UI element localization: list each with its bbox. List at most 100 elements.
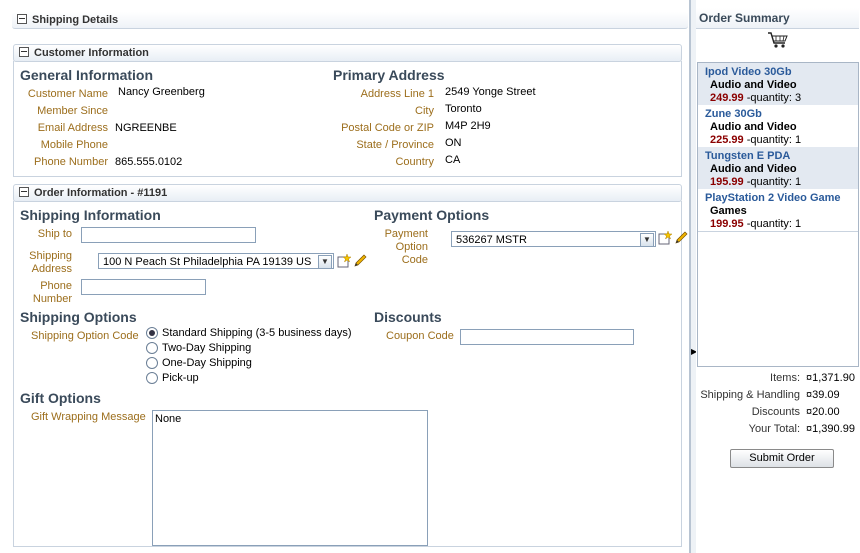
radio-standard-shipping[interactable] xyxy=(146,327,158,339)
customer-info-title: Customer Information xyxy=(34,47,149,59)
item-price-row: 249.99 -quantity: 3 xyxy=(710,92,801,104)
order-summary-title: Order Summary xyxy=(699,11,790,25)
items-total-value: ¤1,371.90 xyxy=(806,372,855,384)
state-value: ON xyxy=(445,137,462,149)
payment-option-select[interactable]: 536267 MSTR ▼ xyxy=(451,231,656,247)
collapse-icon[interactable] xyxy=(17,14,27,24)
discounts-total-value: ¤20.00 xyxy=(806,406,840,418)
item-quantity: -quantity: 1 xyxy=(746,218,802,230)
one-day-shipping-label: One-Day Shipping xyxy=(162,357,252,369)
phone-number-label: Phone Number xyxy=(34,156,108,168)
address-line1-value: 2549 Yonge Street xyxy=(445,86,536,98)
submit-order-button[interactable]: Submit Order xyxy=(730,449,834,468)
general-info-heading: General Information xyxy=(20,67,154,83)
shipping-address-select[interactable]: 100 N Peach St Philadelphia PA 19139 US … xyxy=(98,253,334,269)
email-value: NGREENBE xyxy=(115,122,177,134)
item-name[interactable]: Tungsten E PDA xyxy=(705,150,790,162)
phone-number-field-label: Phone Number xyxy=(12,280,72,306)
shipping-info-heading: Shipping Information xyxy=(20,207,161,223)
list-item[interactable]: Zune 30Gb Audio and Video 225.99 -quanti… xyxy=(698,105,858,148)
list-item[interactable]: Ipod Video 30Gb Audio and Video 249.99 -… xyxy=(698,63,858,106)
shipping-address-label-line1: Shipping xyxy=(29,250,72,262)
email-label: Email Address xyxy=(37,122,108,134)
item-category: Audio and Video xyxy=(710,163,797,175)
customer-name-label: Customer Name xyxy=(27,88,108,100)
item-name[interactable]: PlayStation 2 Video Game xyxy=(705,192,841,204)
items-total-label: Items: xyxy=(770,372,800,384)
payment-label-line3: Code xyxy=(401,254,428,266)
item-category: Audio and Video xyxy=(710,79,797,91)
radio-two-day-shipping[interactable] xyxy=(146,342,158,354)
chevron-down-icon[interactable]: ▼ xyxy=(318,255,332,269)
gift-message-label: Gift Wrapping Message xyxy=(31,411,146,423)
phone-label-line2: Number xyxy=(32,293,72,305)
coupon-code-label: Coupon Code xyxy=(386,330,454,342)
shipping-handling-value: ¤39.09 xyxy=(806,389,840,401)
gift-options-heading: Gift Options xyxy=(20,390,101,406)
item-name[interactable]: Ipod Video 30Gb xyxy=(705,66,792,78)
shipping-details-header[interactable]: Shipping Details xyxy=(12,12,688,29)
payment-options-heading: Payment Options xyxy=(374,207,490,223)
collapse-icon[interactable] xyxy=(19,47,29,57)
ship-to-label: Ship to xyxy=(37,228,72,240)
your-total-label: Your Total: xyxy=(748,423,800,435)
your-total-value: ¤1,390.99 xyxy=(806,423,855,435)
discounts-heading: Discounts xyxy=(374,309,442,325)
pick-up-label: Pick-up xyxy=(162,372,199,384)
order-info-title: Order Information - #1191 xyxy=(34,187,168,199)
country-label: Country xyxy=(395,156,434,168)
discounts-total-label: Discounts xyxy=(751,406,800,418)
item-price: 225.99 xyxy=(710,134,744,146)
item-price-row: 225.99 -quantity: 1 xyxy=(710,134,801,146)
list-item[interactable]: PlayStation 2 Video Game Games 199.95 -q… xyxy=(698,189,858,232)
shipping-details-title: Shipping Details xyxy=(32,14,119,26)
city-label: City xyxy=(415,105,434,117)
phone-number-input[interactable] xyxy=(81,279,206,295)
shipping-handling-label: Shipping & Handling xyxy=(700,389,800,401)
order-info-bar[interactable]: Order Information - #1191 xyxy=(13,184,682,202)
edit-pencil-icon[interactable] xyxy=(353,254,367,268)
order-summary-panel: Order Summary Ipod Video 30Gb Audio and … xyxy=(696,0,860,553)
postal-code-value: M4P 2H9 xyxy=(445,120,491,132)
shipping-address-value: 100 N Peach St Philadelphia PA 19139 US xyxy=(103,256,312,268)
item-price: 199.95 xyxy=(710,218,744,230)
order-summary-header: Order Summary xyxy=(696,8,859,29)
payment-option-value: 536267 MSTR xyxy=(456,234,527,246)
item-name[interactable]: Zune 30Gb xyxy=(705,108,762,120)
item-price-row: 199.95 -quantity: 1 xyxy=(710,218,801,230)
country-value: CA xyxy=(445,154,461,166)
phone-label-line1: Phone xyxy=(40,280,72,292)
customer-info-bar[interactable]: Customer Information xyxy=(13,44,682,62)
mobile-phone-label: Mobile Phone xyxy=(40,139,108,151)
phone-number-value: 865.555.0102 xyxy=(115,156,183,168)
order-items-list: Ipod Video 30Gb Audio and Video 249.99 -… xyxy=(697,62,859,367)
postal-code-label: Postal Code or ZIP xyxy=(341,122,434,134)
coupon-code-input[interactable] xyxy=(460,329,634,345)
radio-pick-up[interactable] xyxy=(146,372,158,384)
address-line1-label: Address Line 1 xyxy=(360,88,434,100)
two-day-shipping-label: Two-Day Shipping xyxy=(162,342,252,354)
edit-pencil-icon[interactable] xyxy=(674,231,688,245)
new-payment-icon[interactable] xyxy=(658,231,672,245)
customer-name-value: Nancy Greenberg xyxy=(118,86,205,98)
chevron-down-icon[interactable]: ▼ xyxy=(640,233,654,247)
list-item[interactable]: Tungsten E PDA Audio and Video 195.99 -q… xyxy=(698,147,858,190)
city-value: Toronto xyxy=(445,103,482,115)
gift-message-textarea[interactable]: None xyxy=(152,410,428,546)
item-price: 195.99 xyxy=(710,176,744,188)
new-address-icon[interactable] xyxy=(337,254,351,268)
primary-address-heading: Primary Address xyxy=(333,67,445,83)
radio-one-day-shipping[interactable] xyxy=(146,357,158,369)
collapse-icon[interactable] xyxy=(19,187,29,197)
item-price: 249.99 xyxy=(710,92,744,104)
item-quantity: -quantity: 3 xyxy=(746,92,802,104)
ship-to-input[interactable] xyxy=(81,227,256,243)
gift-message-value: None xyxy=(155,413,182,425)
payment-label-line2: Option xyxy=(395,241,428,253)
state-label: State / Province xyxy=(356,139,434,151)
payment-label-line1: Payment xyxy=(384,228,428,240)
shipping-address-label: Shipping Address xyxy=(12,250,72,276)
shopping-cart-icon xyxy=(768,32,788,48)
payment-option-code-label: Payment Option Code xyxy=(374,228,428,267)
shipping-options-heading: Shipping Options xyxy=(20,309,137,325)
